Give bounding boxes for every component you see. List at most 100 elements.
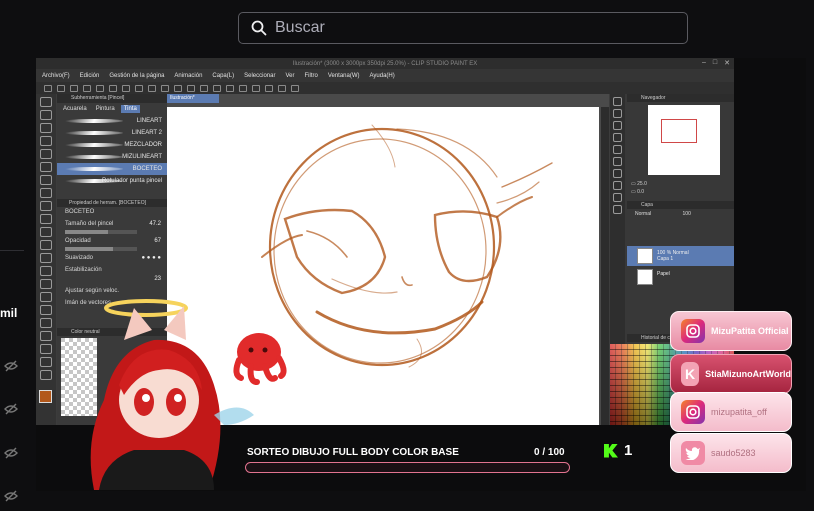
layer-name: Capa 1 (657, 256, 674, 262)
tab-acuarela: Acuarela (63, 106, 87, 112)
layer-row: Papel (627, 267, 734, 287)
menu-filtro: Filtro (304, 72, 318, 79)
main-color-swatch (39, 390, 52, 403)
correct-line-icon (40, 370, 52, 380)
brush-item: LINEART 2 (57, 127, 167, 139)
menu-gestion: Gestión de la página (109, 72, 165, 79)
gradient-icon (40, 292, 52, 302)
zoom-tool-icon (40, 97, 52, 107)
menu-edicion: Edición (79, 72, 100, 79)
search-icon (251, 20, 267, 36)
brush-item: Rotulador punta pincel (57, 175, 167, 187)
hidden-eye-icon[interactable] (3, 445, 19, 461)
panel-icon (613, 133, 622, 142)
social-twitter: saudo5283 (670, 433, 792, 473)
command-icon (187, 84, 195, 92)
goal-progress-bar (245, 462, 570, 473)
command-icon (200, 84, 208, 92)
panel-icon (613, 109, 622, 118)
window-controls: – □ ✕ (702, 59, 730, 67)
command-icon (161, 84, 169, 92)
command-icon (252, 84, 260, 92)
tab-pintura: Pintura (95, 106, 115, 112)
hidden-eye-icon[interactable] (3, 488, 19, 504)
selection-tool-icon (40, 149, 52, 159)
opacity-label: Opacidad (65, 238, 91, 244)
command-icon (96, 84, 104, 92)
command-icon (83, 84, 91, 92)
move-tool-icon (40, 110, 52, 120)
smoothing-row: Suavizado ● ● ● ● (57, 252, 167, 264)
layer-thumbnail (637, 269, 653, 285)
brush-label: BOCETEO (132, 166, 162, 172)
hidden-eye-icon[interactable] (3, 401, 19, 417)
subtool-header: Subherramienta [Pincel] (57, 94, 167, 103)
navigator-frame (661, 119, 697, 143)
sidebar-partial-text: mil (0, 306, 18, 320)
navigator-preview (648, 105, 720, 175)
social-instagram-official: MizuPatita Official (670, 311, 792, 351)
layer-blend-bar: Normal 100 (627, 210, 734, 219)
sidebar-divider (0, 250, 24, 251)
menu-capa: Capa(L) (212, 72, 235, 79)
opacity-value: 67 (154, 238, 161, 244)
panel-icon (613, 157, 622, 166)
command-icon (148, 84, 156, 92)
command-icon (135, 84, 143, 92)
hidden-eye-icon[interactable] (3, 358, 19, 374)
brush-item: LINEART (57, 115, 167, 127)
smoothing-label: Suavizado (65, 255, 94, 261)
close-icon: ✕ (724, 60, 730, 67)
text-icon (40, 344, 52, 354)
brush-item: MEZCLADOR (57, 139, 167, 151)
command-icon (122, 84, 130, 92)
social-label: saudo5283 (711, 448, 756, 458)
kick-counter: 1 (604, 442, 632, 459)
decoration-icon (40, 240, 52, 250)
panel-icon (613, 97, 622, 106)
brush-label: MEZCLADOR (124, 142, 162, 148)
layer-blend-mode: Normal (635, 211, 652, 217)
command-icon (174, 84, 182, 92)
eyedropper-icon (40, 175, 52, 185)
tool-property-name: BOCETEO (57, 207, 167, 218)
stabilization-value-row: 23 (57, 276, 167, 285)
stream-player[interactable]: Ilustración* (3000 x 3000px 350dpi 25.0%… (36, 58, 806, 491)
panel-icon (613, 121, 622, 130)
panel-icon (613, 145, 622, 154)
operation-tool-icon (40, 123, 52, 133)
menu-ver: Ver (285, 72, 295, 79)
blend-icon (40, 266, 52, 276)
csp-titlebar: Ilustración* (3000 x 3000px 350dpi 25.0%… (36, 58, 734, 69)
brush-label: MIZULINEART (122, 154, 162, 160)
ruler-icon (40, 331, 52, 341)
brush-stroke-preview (64, 119, 124, 123)
brush-item: MIZULINEART (57, 151, 167, 163)
social-label: mizupatita_off (711, 407, 767, 417)
menu-archivo: Archivo(F) (42, 72, 70, 79)
layer-name: Papel (657, 271, 670, 277)
search-input[interactable] (275, 19, 655, 37)
command-icon (57, 84, 65, 92)
pen-icon (40, 188, 52, 198)
goal-count: 0 / 100 (534, 447, 565, 458)
brush-size-slider (65, 230, 137, 234)
balloon-icon (40, 357, 52, 367)
layer-opacity: 100 (682, 211, 691, 217)
panel-icon (613, 205, 622, 214)
panel-icon (613, 169, 622, 178)
stream-page: mil Ilustración* (3000 x 3000px 350dpi 2… (0, 0, 814, 511)
menu-ventana: Ventana(W) (327, 72, 360, 79)
command-icon (213, 84, 221, 92)
panel-icon (613, 193, 622, 202)
command-icon (70, 84, 78, 92)
social-instagram: mizupatita_off (670, 392, 792, 432)
command-icon (226, 84, 234, 92)
social-kick: K StiaMizunoArtWorld (670, 354, 792, 394)
csp-toolbox (36, 94, 56, 425)
kick-icon: K (681, 362, 700, 386)
search-box[interactable] (238, 12, 688, 44)
nav-angle-value: 0.0 (637, 189, 645, 195)
command-icon (109, 84, 117, 92)
layer-row-selected: 100 % Normal Capa 1 (627, 246, 734, 266)
